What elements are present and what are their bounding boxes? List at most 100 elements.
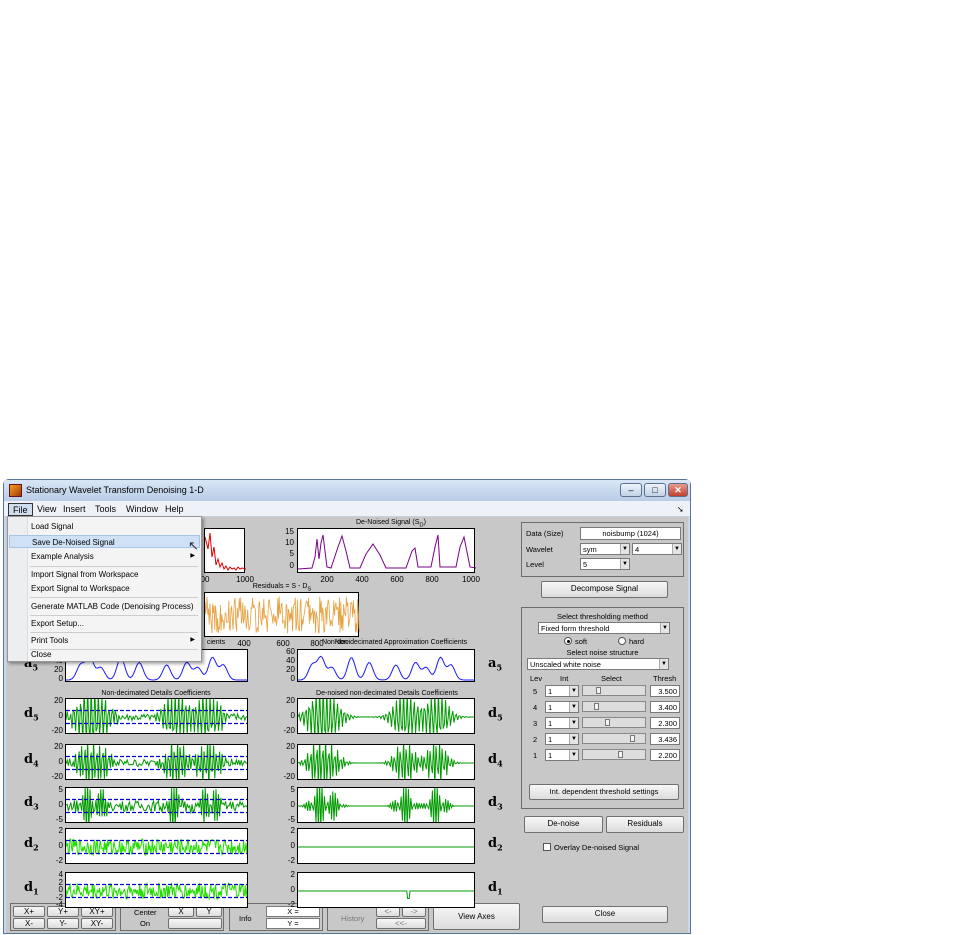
denoised-signal-axes[interactable]: [297, 528, 476, 573]
denoise-button[interactable]: De-noise: [524, 816, 603, 833]
threshold-value-field[interactable]: 2.300: [650, 717, 680, 729]
slider-thumb[interactable]: [630, 735, 636, 742]
interval-select[interactable]: 1 ▼: [545, 733, 579, 745]
soft-radio[interactable]: [564, 637, 572, 645]
zoom-x-minus-button[interactable]: X-: [13, 918, 45, 929]
hard-label: hard: [629, 637, 645, 646]
menu-help[interactable]: Help: [161, 503, 188, 516]
threshold-slider[interactable]: [582, 749, 646, 760]
x-tick: 400: [355, 575, 369, 584]
threshold-value-field[interactable]: 2.200: [650, 749, 680, 761]
menu-item-load-signal[interactable]: Load Signal: [9, 520, 200, 533]
center-state: On: [140, 919, 151, 928]
coeff-axes-right[interactable]: [297, 828, 475, 864]
coeff-plot-right: [298, 788, 474, 822]
y-tick: 15: [285, 527, 294, 536]
threshold-value-field[interactable]: 3.436: [650, 733, 680, 745]
row-label-left: d4: [24, 752, 39, 769]
interval-select[interactable]: 1 ▼: [545, 749, 579, 761]
history-first-button[interactable]: <<-: [376, 918, 426, 929]
coeff-series: [298, 699, 474, 733]
coeff-axes-left[interactable]: [65, 828, 248, 864]
close-window-button[interactable]: ✕: [668, 483, 688, 497]
residuals-button[interactable]: Residuals: [606, 816, 684, 833]
coeff-axes-left[interactable]: [65, 872, 248, 908]
y-tick: -20: [51, 726, 63, 735]
coeff-series: [298, 890, 474, 899]
menu-item-export-signal[interactable]: Export Signal to Workspace: [9, 582, 200, 595]
level-select[interactable]: 5 ▼: [580, 558, 630, 570]
coeff-axes-left[interactable]: [65, 698, 248, 734]
coeff-axes-right[interactable]: [297, 872, 475, 908]
row-label-right: d3: [488, 795, 503, 812]
title-bar: Stationary Wavelet Transform Denoising 1…: [4, 480, 690, 501]
menu-item-print-tools[interactable]: Print Tools ▶: [9, 634, 200, 647]
y-tick: 20: [286, 696, 295, 705]
minimize-button[interactable]: –: [620, 483, 642, 497]
menu-item-save-denoised-signal[interactable]: Save De-Noised Signal: [9, 535, 200, 548]
y-tick: -20: [283, 772, 295, 781]
zoom-xy-minus-button[interactable]: XY-: [81, 918, 113, 929]
menu-insert[interactable]: Insert: [59, 503, 90, 516]
menu-item-example-analysis[interactable]: Example Analysis ▶: [9, 550, 200, 563]
chevron-down-icon: ▼: [569, 718, 578, 728]
chevron-down-icon: ▼: [569, 702, 578, 712]
decompose-button[interactable]: Decompose Signal: [541, 581, 668, 598]
close-button[interactable]: Close: [542, 906, 668, 923]
menu-view[interactable]: View: [33, 503, 60, 516]
menu-item-close[interactable]: Close: [9, 648, 200, 661]
noise-structure-select[interactable]: Unscaled white noise ▼: [527, 658, 669, 670]
chevron-down-icon: ▼: [659, 659, 668, 669]
y-tick: 0: [290, 885, 295, 894]
threshold-value-field[interactable]: 3.500: [650, 685, 680, 697]
interval-select[interactable]: 1 ▼: [545, 701, 579, 713]
overlay-checkbox[interactable]: [543, 843, 551, 851]
submenu-arrow-icon: ▶: [190, 637, 195, 643]
original-signal-axes[interactable]: [204, 528, 246, 573]
y-tick: 60: [286, 647, 295, 656]
coeff-axes-right[interactable]: [297, 649, 475, 682]
coeff-axes-right[interactable]: [297, 744, 475, 780]
coeff-axes-left[interactable]: [65, 787, 248, 823]
menu-file[interactable]: File: [8, 503, 33, 516]
dock-arrow-icon[interactable]: ➘: [677, 505, 684, 514]
coeff-axes-right[interactable]: [297, 787, 475, 823]
coeff-axes-right[interactable]: [297, 698, 475, 734]
menu-item-export-setup[interactable]: Export Setup...: [9, 617, 200, 630]
residuals-axes[interactable]: [204, 592, 360, 637]
center-toggle-button[interactable]: [168, 918, 222, 929]
wavelet-order-select[interactable]: 4 ▼: [632, 543, 682, 555]
menu-item-generate-code[interactable]: Generate MATLAB Code (Denoising Process): [9, 600, 200, 613]
menu-window[interactable]: Window: [122, 503, 162, 516]
maximize-button[interactable]: □: [644, 483, 666, 497]
chevron-down-icon: ▼: [660, 623, 669, 633]
zoom-y-minus-button[interactable]: Y-: [47, 918, 79, 929]
threshold-slider[interactable]: [582, 717, 646, 728]
info-label: Info: [239, 914, 252, 923]
interval-select[interactable]: 1 ▼: [545, 717, 579, 729]
threshold-slider[interactable]: [582, 685, 646, 696]
wavelet-family-select[interactable]: sym ▼: [580, 543, 630, 555]
hard-radio[interactable]: [618, 637, 626, 645]
threshold-slider[interactable]: [582, 701, 646, 712]
menu-item-import-signal[interactable]: Import Signal from Workspace: [9, 568, 200, 581]
threshold-method-select[interactable]: Fixed form threshold ▼: [538, 622, 670, 634]
y-tick: -2: [55, 856, 63, 865]
coeff-plot-left: [66, 745, 247, 779]
slider-thumb[interactable]: [593, 703, 599, 710]
interval-threshold-button[interactable]: Int. dependent threshold settings: [529, 784, 679, 800]
zoom-x-plus-button[interactable]: X+: [13, 906, 45, 917]
y-tick: 20: [54, 696, 63, 705]
y-tick: 0: [58, 711, 63, 720]
coeff-axes-left[interactable]: [65, 744, 248, 780]
slider-thumb[interactable]: [595, 687, 601, 694]
threshold-slider[interactable]: [582, 733, 646, 744]
slider-thumb[interactable]: [617, 751, 623, 758]
threshold-value-field[interactable]: 3.400: [650, 701, 680, 713]
slider-thumb[interactable]: [605, 719, 611, 726]
y-tick: -2: [287, 900, 295, 909]
y-tick: 20: [54, 665, 63, 674]
row-label-right: d4: [488, 752, 503, 769]
menu-tools[interactable]: Tools: [91, 503, 120, 516]
interval-select[interactable]: 1 ▼: [545, 685, 579, 697]
